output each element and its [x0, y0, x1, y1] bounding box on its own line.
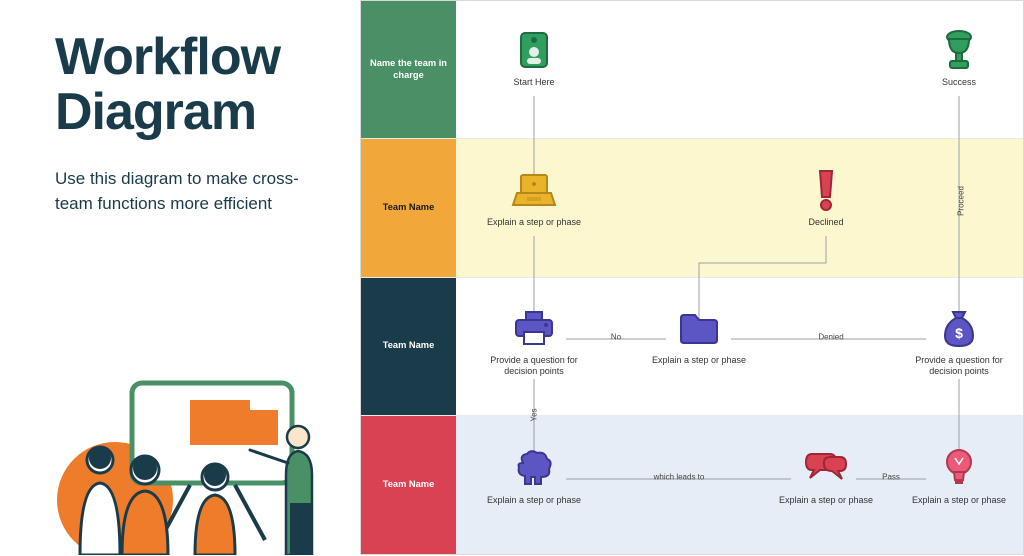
node-caption: Explain a step or phase: [649, 355, 749, 366]
swimlane-label-text: Team Name: [383, 202, 435, 214]
money-bag-icon: $: [909, 307, 1009, 349]
page-subtitle: Use this diagram to make cross-team func…: [55, 167, 305, 216]
swimlane-label-0: Name the team in charge: [361, 1, 456, 138]
chat-icon: [776, 447, 876, 489]
svg-text:$: $: [955, 325, 963, 341]
node-start: Start Here: [484, 29, 584, 88]
page-title: Workflow Diagram: [55, 30, 330, 139]
node-chat: Explain a step or phase: [776, 447, 876, 506]
connector-label-proceed: Proceed: [957, 184, 966, 218]
connector-label-no: No: [609, 333, 623, 342]
swimlane-label-text: Team Name: [383, 340, 435, 352]
exclamation-icon: [776, 169, 876, 211]
swimlane-label-1: Team Name: [361, 139, 456, 276]
node-declined: Declined: [776, 169, 876, 228]
connector-label-denied: Denied: [816, 333, 845, 342]
laptop-icon: [484, 169, 584, 211]
id-card-icon: [484, 29, 584, 71]
node-question-2: $ Provide a question for decision points: [909, 307, 1009, 377]
printer-icon: [484, 307, 584, 349]
left-column: Workflow Diagram Use this diagram to mak…: [0, 0, 360, 555]
connector-label-leadsto: which leads to: [652, 473, 707, 482]
swimlane-label-2: Team Name: [361, 278, 456, 415]
team-meeting-illustration: [40, 345, 340, 555]
node-question-1: Provide a question for decision points: [484, 307, 584, 377]
trophy-icon: [909, 29, 1009, 71]
swimlane-label-text: Name the team in charge: [369, 58, 448, 81]
node-caption: Explain a step or phase: [484, 495, 584, 506]
node-bulb: Explain a step or phase: [909, 447, 1009, 506]
node-caption: Explain a step or phase: [484, 217, 584, 228]
swimlane-label-3: Team Name: [361, 416, 456, 554]
swimlane-label-text: Team Name: [383, 479, 435, 491]
swimlane-grid: Name the team in charge Team Name Team N…: [360, 0, 1024, 555]
connector-label-pass: Pass: [880, 473, 902, 482]
swimlane-row-1: Team Name: [361, 139, 1023, 277]
node-laptop: Explain a step or phase: [484, 169, 584, 228]
node-caption: Provide a question for decision points: [484, 355, 584, 377]
node-success: Success: [909, 29, 1009, 88]
node-folder: Explain a step or phase: [649, 307, 749, 366]
page: Workflow Diagram Use this diagram to mak…: [0, 0, 1024, 555]
node-caption: Explain a step or phase: [909, 495, 1009, 506]
title-line2: Diagram: [55, 83, 256, 141]
node-caption: Declined: [776, 217, 876, 228]
title-line1: Workflow: [55, 28, 280, 86]
node-caption: Explain a step or phase: [776, 495, 876, 506]
folder-icon: [649, 307, 749, 349]
brain-icon: [484, 447, 584, 489]
node-caption: Success: [909, 77, 1009, 88]
node-caption: Provide a question for decision points: [909, 355, 1009, 377]
node-caption: Start Here: [484, 77, 584, 88]
lightbulb-icon: [909, 447, 1009, 489]
connector-label-yes: Yes: [530, 406, 539, 423]
node-brain: Explain a step or phase: [484, 447, 584, 506]
